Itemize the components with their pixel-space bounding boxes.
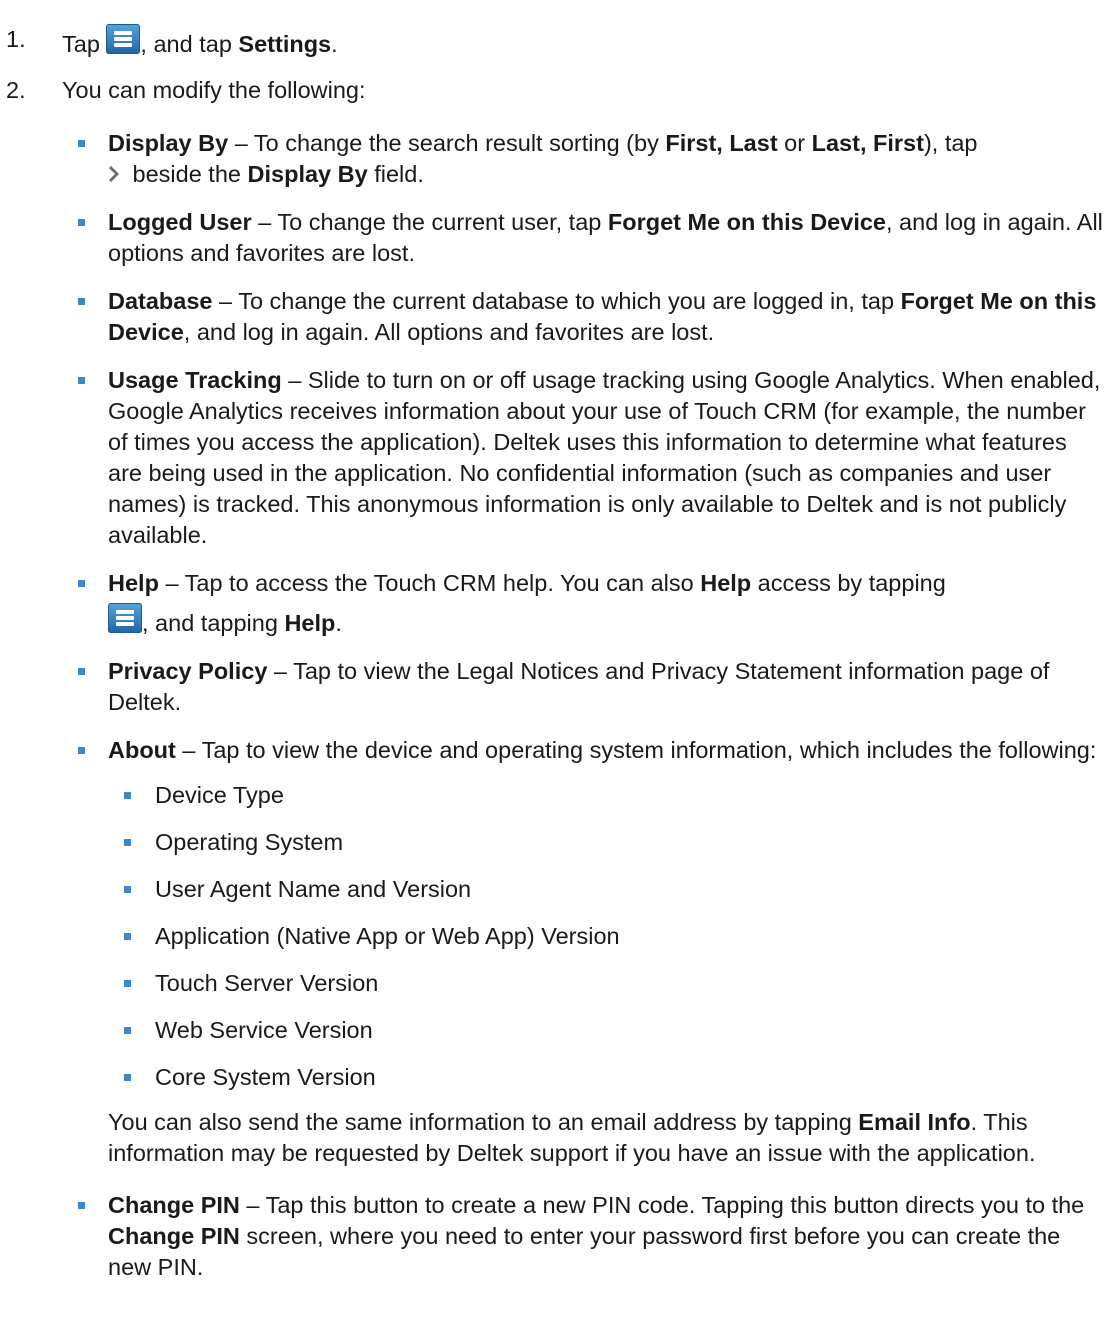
option-label: Logged User: [108, 209, 252, 235]
option-label: About: [108, 737, 176, 763]
list-item-display-by: Display By – To change the search result…: [0, 128, 1119, 190]
sub-list-item: Web Service Version: [0, 1015, 1119, 1046]
option-text: – Tap to access the Touch CRM help. You …: [158, 570, 701, 596]
sub-item-text: Operating System: [155, 829, 344, 855]
sub-item-text: Device Type: [155, 782, 284, 808]
bullet-icon: [78, 219, 85, 226]
sub-list-item: Device Type: [0, 780, 1119, 811]
step-2: 2. You can modify the following:: [0, 75, 1119, 106]
bullet-icon: [124, 1074, 131, 1081]
option-label: Change PIN: [108, 1192, 240, 1218]
option-label: Privacy Policy: [108, 658, 268, 684]
option-text: , and tapping: [142, 610, 285, 636]
list-item-usage-tracking: Usage Tracking – Slide to turn on or off…: [0, 365, 1119, 551]
list-item-help: Help – Tap to access the Touch CRM help.…: [0, 568, 1119, 639]
option-term: First, Last: [665, 130, 778, 156]
list-item-logged-user: Logged User – To change the current user…: [0, 207, 1119, 269]
bullet-icon: [78, 377, 85, 384]
bullet-icon: [124, 1027, 131, 1034]
option-text: beside the: [126, 161, 248, 187]
option-term: Forget Me on this Device: [607, 209, 886, 235]
option-term: Display By: [247, 161, 368, 187]
option-term: Change PIN: [108, 1223, 240, 1249]
sub-item-text: Web Service Version: [155, 1017, 373, 1043]
option-text: – To change the current user, tap: [251, 209, 608, 235]
list-item-about: About – Tap to view the device and opera…: [0, 735, 1119, 766]
option-text: – Tap this button to create a new PIN co…: [239, 1192, 1085, 1218]
sub-list-item: Application (Native App or Web App) Vers…: [0, 921, 1119, 952]
bullet-icon: [78, 668, 85, 675]
option-text: , and log in again. All options and favo…: [183, 319, 715, 345]
list-item-database: Database – To change the current databas…: [0, 286, 1119, 348]
list-item-privacy-policy: Privacy Policy – Tap to view the Legal N…: [0, 656, 1119, 718]
option-text: ), tap: [923, 130, 978, 156]
step-number: 1.: [6, 26, 26, 52]
bullet-icon: [124, 886, 131, 893]
settings-term: Settings: [238, 31, 332, 57]
step-text: Tap: [62, 31, 107, 57]
option-term: Help: [700, 570, 752, 596]
option-term: Help: [284, 610, 336, 636]
bullet-icon: [124, 839, 131, 846]
sub-list-item: Touch Server Version: [0, 968, 1119, 999]
sub-list-item: Core System Version: [0, 1062, 1119, 1093]
sub-item-text: User Agent Name and Version: [155, 876, 472, 902]
option-term: Last, First: [811, 130, 924, 156]
step-number: 2.: [6, 77, 26, 103]
option-term: Email Info: [858, 1109, 971, 1135]
menu-icon: [106, 24, 141, 54]
step-1: 1. Tap , and tap Settings.: [0, 24, 1119, 60]
bullet-icon: [78, 140, 85, 147]
sub-list-item: Operating System: [0, 827, 1119, 858]
option-text: or: [777, 130, 812, 156]
step-text: , and tap: [140, 31, 239, 57]
option-text: field.: [367, 161, 424, 187]
option-label: Usage Tracking: [108, 367, 282, 393]
bullet-icon: [124, 933, 131, 940]
option-text: .: [335, 610, 342, 636]
option-text: – Tap to view the device and operating s…: [175, 737, 1097, 763]
bullet-icon: [78, 1202, 85, 1209]
bullet-icon: [78, 747, 85, 754]
option-text: You can also send the same information t…: [108, 1109, 859, 1135]
sub-item-text: Application (Native App or Web App) Vers…: [155, 923, 620, 949]
option-text: – Slide to turn on or off usage tracking…: [108, 367, 1101, 548]
option-text: access by tapping: [751, 570, 946, 596]
step-text: You can modify the following:: [62, 77, 366, 103]
about-email-paragraph: You can also send the same information t…: [0, 1107, 1119, 1169]
menu-icon: [108, 603, 142, 633]
step-text: .: [331, 31, 338, 57]
bullet-icon: [78, 298, 85, 305]
option-label: Database: [108, 288, 213, 314]
option-label: Display By: [108, 130, 229, 156]
sub-list-item: User Agent Name and Version: [0, 874, 1119, 905]
bullet-icon: [124, 792, 131, 799]
sub-item-text: Touch Server Version: [155, 970, 379, 996]
list-item-change-pin: Change PIN – Tap this button to create a…: [0, 1190, 1119, 1283]
bullet-icon: [124, 980, 131, 987]
bullet-icon: [78, 580, 85, 587]
option-text: – To change the search result sorting (b…: [228, 130, 666, 156]
sub-item-text: Core System Version: [155, 1064, 376, 1090]
option-text: screen, where you need to enter your pas…: [108, 1223, 1061, 1280]
chevron-right-icon: [109, 166, 119, 182]
option-text: – To change the current database to whic…: [212, 288, 901, 314]
settings-options-list: Display By – To change the search result…: [0, 128, 1119, 1300]
option-label: Help: [108, 570, 159, 596]
